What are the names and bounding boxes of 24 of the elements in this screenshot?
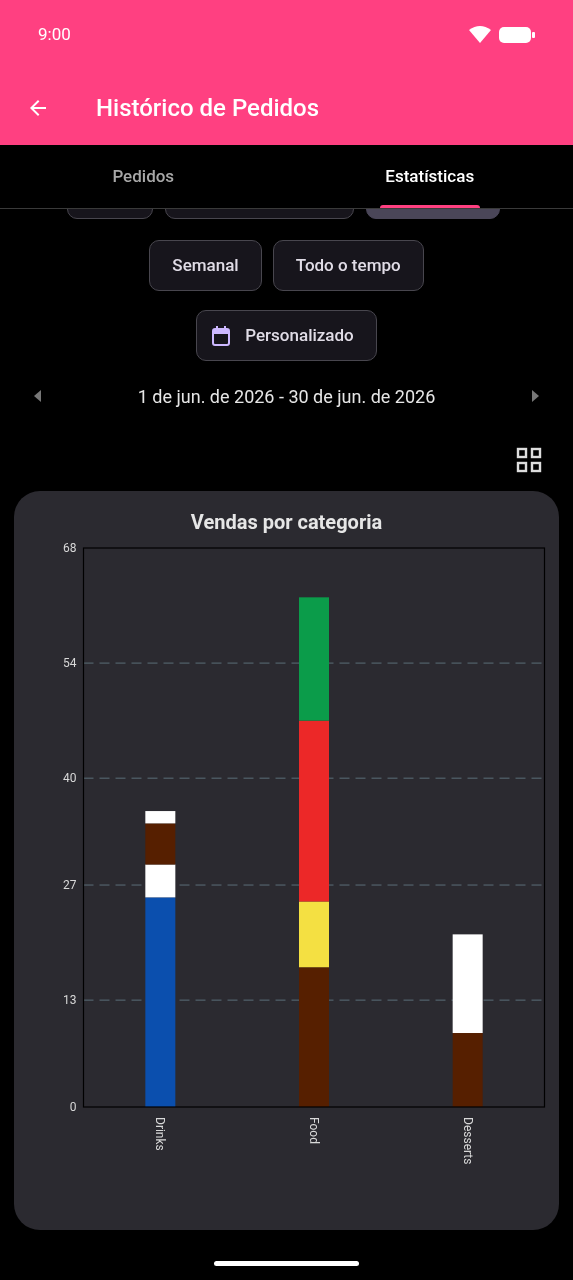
page-title: Histórico de Pedidos — [96, 92, 320, 124]
calendar-icon — [211, 324, 232, 347]
previous-button[interactable] — [32, 389, 44, 403]
y-tick-label: 68 — [63, 541, 77, 555]
date-range: 1 de jun. de 2026 - 30 de jun. de 2026 — [137, 384, 436, 409]
y-tick-label: 13 — [63, 993, 77, 1008]
wifi-icon — [469, 26, 491, 44]
filter-chip[interactable]: Todo o tempo — [272, 240, 424, 291]
battery-icon — [499, 26, 535, 44]
status-time: 9:00 — [38, 23, 71, 47]
filter-chip[interactable]: Semanal — [149, 240, 262, 291]
tab[interactable]: Pedidos — [0, 145, 287, 208]
custom-range-chip[interactable]: Personalizado — [196, 310, 377, 361]
x-axis-label: Desserts — [460, 1117, 475, 1165]
y-tick-label: 0 — [69, 1100, 77, 1114]
chart-title: Vendas por categoria — [189, 509, 384, 536]
x-axis-label: Food — [307, 1117, 321, 1144]
x-axis-label: Drinks — [153, 1117, 168, 1151]
tab[interactable]: Estatísticas — [286, 145, 573, 208]
y-tick-label: 40 — [63, 771, 77, 786]
y-tick-label: 54 — [63, 656, 77, 671]
grid-view-button[interactable] — [516, 447, 542, 473]
y-tick-label: 27 — [63, 878, 77, 893]
next-button[interactable] — [529, 389, 541, 403]
